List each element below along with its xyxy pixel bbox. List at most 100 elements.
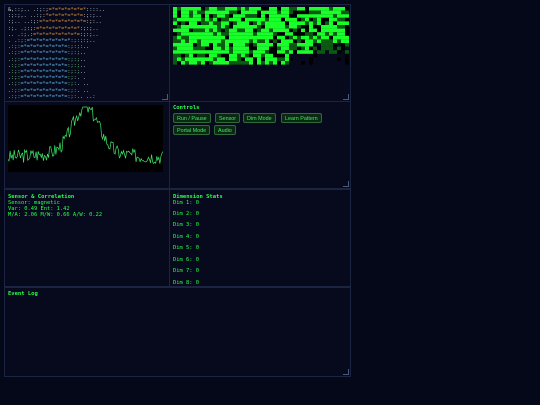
pixel-cell: [345, 39, 349, 43]
pixel-cell: [309, 28, 313, 33]
pixel-cell: [177, 46, 181, 51]
pixel-cell: [257, 53, 261, 58]
ascii-art-line: .:;:=*=*=*=*=*=*=*=:;:;..: [8, 56, 87, 63]
pixel-cell: [345, 43, 349, 47]
pixel-cell: [253, 28, 257, 33]
pixel-cell: [229, 7, 233, 11]
pixel-cell: [201, 53, 205, 58]
pixel-cell: [189, 57, 193, 61]
pixel-cell: [205, 57, 209, 61]
pixel-cell: [177, 57, 181, 61]
pixel-cell: [309, 21, 313, 25]
pixel-cell: [201, 7, 205, 11]
pixel-cell: [269, 10, 273, 15]
pixel-cell: [213, 57, 217, 61]
pixel-cell: [209, 46, 213, 51]
pixel-cell: [173, 39, 177, 43]
pixel-cell: [181, 50, 185, 54]
pixel-cell: [329, 32, 333, 36]
pixel-cell: [341, 21, 345, 25]
pixel-cell: [345, 50, 349, 54]
pixel-cell: [225, 32, 229, 36]
pixel-cell: [257, 50, 261, 54]
resize-handle[interactable]: [162, 94, 168, 100]
pixel-cell: [257, 39, 261, 43]
pixel-cell: [261, 21, 265, 25]
pixel-cell: [333, 35, 337, 40]
pixel-cell: [337, 17, 341, 22]
pixel-cell: [261, 61, 265, 65]
pixel-cell: [217, 35, 221, 40]
ascii-art-line: :;. .;:;:=*=*=*=*=*=*=*:;:;..: [8, 25, 99, 32]
resize-handle[interactable]: [343, 181, 349, 187]
pixel-cell: [225, 61, 229, 65]
ascii-art-line: .:;:=*=*=*=*=*=*=*=:;:;:..: [8, 44, 90, 51]
pixel-cell: [205, 39, 209, 43]
pixel-cell: [213, 43, 217, 47]
pixel-cell: [241, 7, 245, 11]
pixel-cell: [213, 10, 217, 15]
pixel-cell: [285, 14, 289, 18]
pixel-cell: [209, 21, 213, 25]
pixel-cell: [257, 43, 261, 47]
pixel-cell: [317, 10, 321, 15]
sensor-button[interactable]: Sensor: [215, 113, 241, 123]
pixel-cell: [209, 25, 213, 29]
pixel-cell: [293, 14, 297, 18]
audio-button[interactable]: Audio: [214, 125, 236, 135]
pixel-cell: [245, 53, 249, 58]
dim-stat: Dim 2: 0: [173, 211, 199, 217]
pixel-cell: [233, 7, 237, 11]
pixel-cell: [277, 35, 281, 40]
pixel-cell: [217, 17, 221, 22]
pixel-cell: [237, 43, 241, 47]
pixel-cell: [225, 39, 229, 43]
pixel-cell: [317, 14, 321, 18]
pixel-cell: [253, 53, 257, 58]
pixel-cell: [173, 25, 177, 29]
run-pause-button[interactable]: Run / Pause: [173, 113, 211, 123]
pixel-cell: [185, 57, 189, 61]
pixel-cell: [293, 50, 297, 54]
pixel-cell: [341, 17, 345, 22]
pixel-cell: [213, 35, 217, 40]
pixel-cell: [229, 14, 233, 18]
pixel-cell: [193, 57, 197, 61]
pixel-cell: [217, 25, 221, 29]
pixel-cell: [249, 10, 253, 15]
pixel-cell: [321, 28, 325, 33]
pixel-cell: [229, 17, 233, 22]
pixel-cell: [329, 17, 333, 22]
pixel-cell: [325, 10, 329, 15]
pixel-cell: [213, 17, 217, 22]
pixel-cell: [193, 17, 197, 22]
resize-handle[interactable]: [343, 369, 349, 375]
dim-mode-button[interactable]: Dim Mode: [243, 113, 276, 123]
pixel-cell: [253, 35, 257, 40]
pixel-grid-panel: [169, 4, 351, 102]
pixel-cell: [301, 14, 305, 18]
pixel-cell: [241, 32, 245, 36]
pixel-cell: [253, 10, 257, 15]
pixel-cell: [325, 25, 329, 29]
pixel-cell: [257, 7, 261, 11]
pixel-cell: [273, 57, 277, 61]
pixel-cell: [233, 39, 237, 43]
pixel-cell: [237, 10, 241, 15]
pixel-cell: [177, 43, 181, 47]
pixel-cell: [241, 46, 245, 51]
portal-mode-button[interactable]: Portal Mode: [173, 125, 211, 135]
pixel-cell: [297, 21, 301, 25]
pixel-cell: [185, 21, 189, 25]
pixel-cell: [277, 14, 281, 18]
pixel-cell: [281, 53, 285, 58]
pixel-cell: [261, 7, 265, 11]
pixel-cell: [193, 46, 197, 51]
pixel-cell: [301, 32, 305, 36]
learn-pattern-button[interactable]: Learn Pattern: [281, 113, 322, 123]
pixel-cell: [225, 17, 229, 22]
pixel-cell: [225, 46, 229, 51]
resize-handle[interactable]: [343, 94, 349, 100]
pixel-cell: [305, 50, 309, 54]
pixel-cell: [321, 7, 325, 11]
